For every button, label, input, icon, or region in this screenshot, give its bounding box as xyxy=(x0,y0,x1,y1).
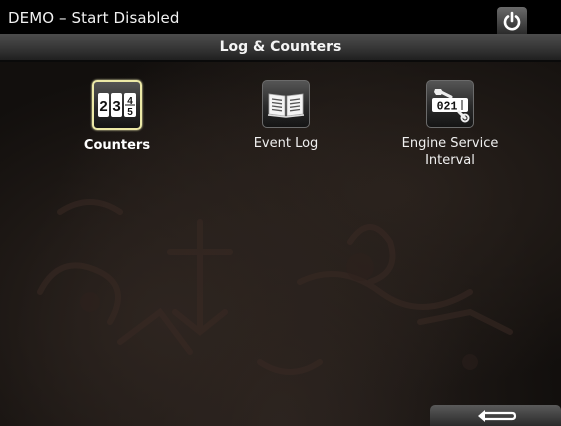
counter-digit-3-bottom: 5 xyxy=(127,107,133,118)
book-icon xyxy=(267,93,305,118)
screen: DEMO – Start Disabled Log & Counters 2 3… xyxy=(0,0,561,426)
wrench-counter-icon: 021 xyxy=(432,89,470,123)
counters-icon: 2 3 4 5 xyxy=(98,93,136,118)
page-title: Log & Counters xyxy=(219,39,342,55)
tile-icon-box xyxy=(262,80,310,128)
back-button[interactable] xyxy=(430,405,561,426)
tile-icon-box: 021 xyxy=(426,80,474,128)
service-counter-digits: 021 xyxy=(437,101,458,114)
tile-counters[interactable]: 2 3 4 5 Counters xyxy=(47,80,187,154)
tile-icon-box: 2 3 4 5 xyxy=(92,80,142,130)
tile-label: Counters xyxy=(83,138,151,153)
tile-label: Engine Service Interval xyxy=(401,136,499,168)
power-button[interactable] xyxy=(497,7,527,34)
counter-digit-1: 2 xyxy=(99,98,107,115)
tile-engine-service-interval[interactable]: 021 Engine Service Interval xyxy=(380,80,520,169)
back-arrow-icon xyxy=(477,409,516,422)
tile-label: Event Log xyxy=(253,136,319,151)
title-bar: Log & Counters xyxy=(0,34,561,62)
power-icon xyxy=(503,11,521,30)
counter-digit-2: 3 xyxy=(112,98,120,115)
tile-event-log[interactable]: Event Log xyxy=(216,80,356,152)
status-bar: DEMO – Start Disabled xyxy=(0,0,561,34)
status-text: DEMO – Start Disabled xyxy=(8,9,180,27)
